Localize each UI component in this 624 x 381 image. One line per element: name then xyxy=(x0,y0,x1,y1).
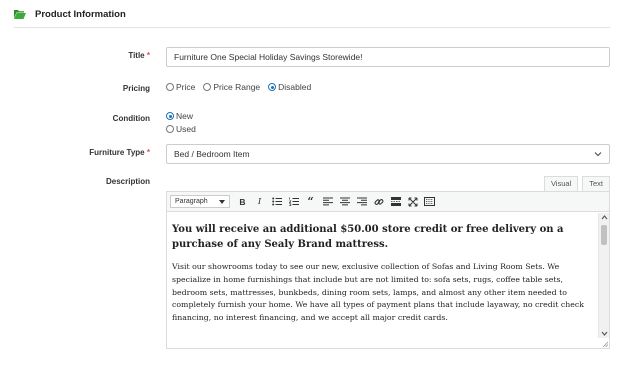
resize-handle-icon[interactable] xyxy=(602,341,608,347)
section-title: Product Information xyxy=(35,9,126,20)
scroll-up-icon[interactable] xyxy=(601,215,608,220)
pricing-option-disabled[interactable]: Disabled xyxy=(268,82,311,92)
description-label: Description xyxy=(105,177,150,186)
editor-toolbar: Paragraph B I “ xyxy=(167,192,609,212)
required-mark: * xyxy=(146,51,150,60)
bold-icon[interactable]: B xyxy=(234,195,251,209)
title-label-text: Title xyxy=(128,51,145,60)
required-mark: * xyxy=(146,148,150,157)
radio-button-selected[interactable] xyxy=(166,112,174,120)
condition-option-label: New xyxy=(176,111,194,121)
align-center-icon[interactable] xyxy=(336,195,353,209)
editor-tabs: Visual Text xyxy=(540,176,610,191)
radio-button[interactable] xyxy=(166,83,174,91)
toolbar-toggle-icon[interactable] xyxy=(421,195,438,209)
folder-open-icon xyxy=(14,10,26,19)
format-select[interactable]: Paragraph xyxy=(170,195,230,208)
tab-visual[interactable]: Visual xyxy=(543,176,579,191)
furniture-type-select[interactable]: Bed / Bedroom Item xyxy=(166,144,610,164)
format-value: Paragraph xyxy=(175,198,208,205)
italic-icon[interactable]: I xyxy=(251,195,268,209)
align-right-icon[interactable] xyxy=(353,195,370,209)
tab-text[interactable]: Text xyxy=(582,176,610,191)
radio-button-selected[interactable] xyxy=(268,83,277,91)
furniture-type-value: Bed / Bedroom Item xyxy=(174,149,250,159)
radio-button[interactable] xyxy=(203,83,212,91)
title-input[interactable] xyxy=(166,47,610,67)
align-left-icon[interactable] xyxy=(319,195,336,209)
link-icon[interactable] xyxy=(370,195,387,209)
numbered-list-icon[interactable] xyxy=(285,195,302,209)
condition-option-used[interactable]: Used xyxy=(166,124,196,134)
read-more-icon[interactable] xyxy=(387,195,404,209)
pricing-option-price[interactable]: Price xyxy=(166,82,195,92)
editor-scrollbar[interactable] xyxy=(598,213,609,338)
caret-down-icon xyxy=(219,199,225,204)
section-header: Product Information xyxy=(14,4,610,28)
description-editor: Paragraph B I “ You will receive an addi… xyxy=(166,191,610,349)
pricing-option-label: Price xyxy=(176,82,196,92)
scroll-down-icon[interactable] xyxy=(601,331,608,336)
pricing-option-label: Price Range xyxy=(213,82,261,92)
title-label: Title * xyxy=(10,51,150,60)
radio-button[interactable] xyxy=(166,125,174,133)
condition-label: Condition xyxy=(112,114,150,123)
editor-content[interactable]: You will receive an additional $50.00 st… xyxy=(167,213,597,348)
scrollbar-thumb[interactable] xyxy=(601,225,607,245)
pricing-option-label: Disabled xyxy=(278,82,312,92)
pricing-option-price-range[interactable]: Price Range xyxy=(203,82,260,92)
fullscreen-icon[interactable] xyxy=(404,195,421,209)
bullet-list-icon[interactable] xyxy=(268,195,285,209)
condition-option-new[interactable]: New xyxy=(166,111,193,121)
condition-option-label: Used xyxy=(176,124,196,134)
content-heading: You will receive an additional $50.00 st… xyxy=(172,224,564,250)
blockquote-icon[interactable]: “ xyxy=(302,195,319,209)
content-paragraph: Visit our showrooms today to see our new… xyxy=(172,262,584,323)
pricing-radio-group: Price Price Range Disabled xyxy=(166,82,319,92)
furniture-type-label: Furniture Type * xyxy=(10,148,150,157)
chevron-down-icon xyxy=(594,152,602,157)
pricing-label: Pricing xyxy=(122,84,150,93)
furniture-type-label-text: Furniture Type xyxy=(89,148,145,157)
